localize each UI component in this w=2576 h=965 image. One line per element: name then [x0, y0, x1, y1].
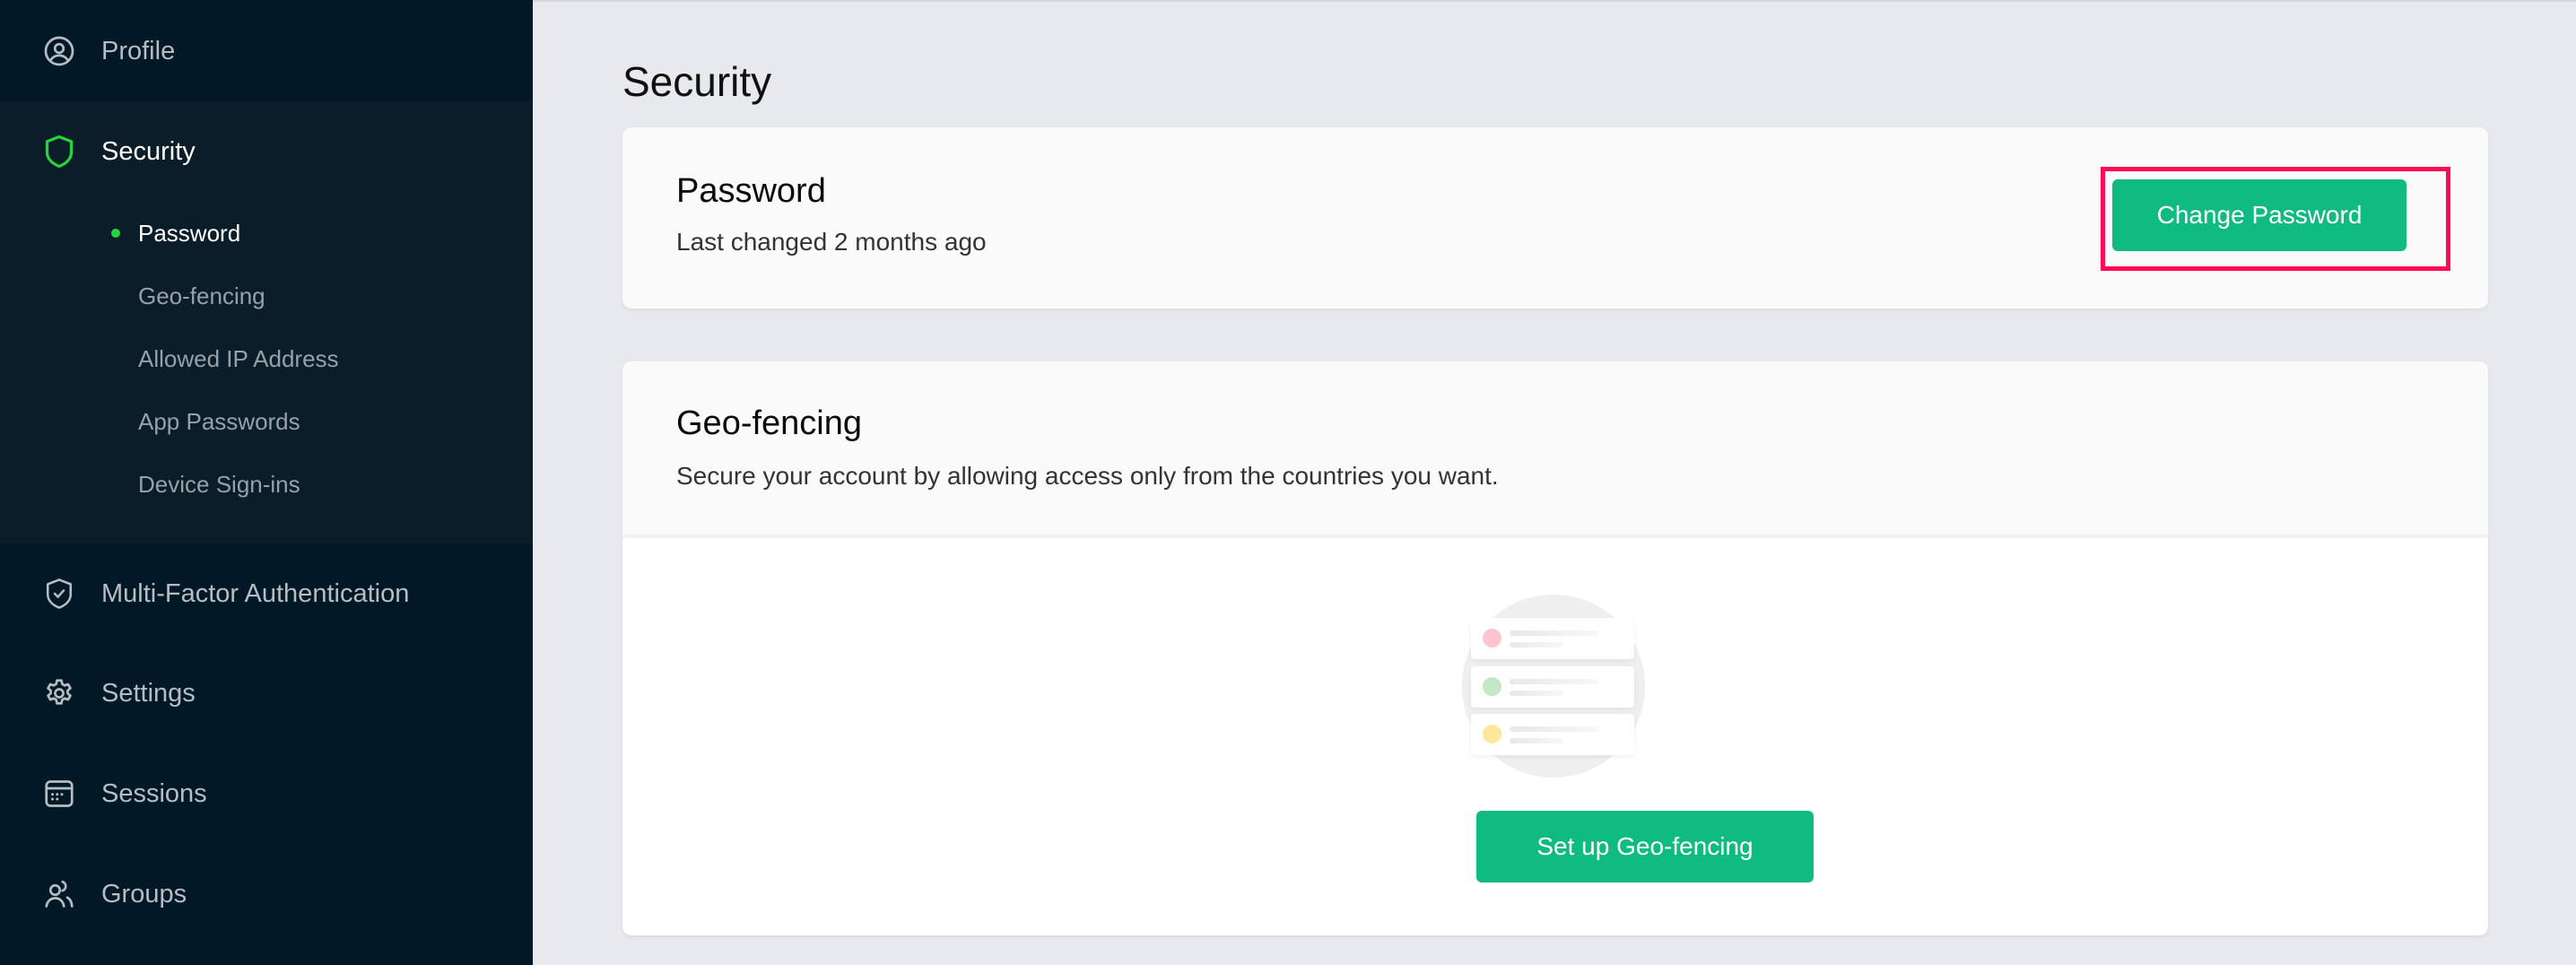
sidebar-subitem-label: Password: [138, 219, 241, 247]
illustration-row: [1471, 618, 1634, 659]
sidebar-item-label: Security: [101, 136, 196, 166]
illustration-dot-red: [1483, 629, 1501, 648]
illustration-line: [1510, 642, 1563, 648]
geo-fencing-card-title: Geo-fencing: [676, 404, 863, 442]
sidebar-subitem-device-sign-ins[interactable]: Device Sign-ins: [0, 459, 533, 509]
active-bullet-icon: [111, 229, 120, 238]
sidebar-item-profile[interactable]: Profile: [0, 11, 533, 91]
setup-geo-fencing-button[interactable]: Set up Geo-fencing: [1476, 811, 1814, 882]
sidebar-subitem-password[interactable]: Password: [0, 208, 533, 258]
user-circle-icon: [43, 35, 75, 67]
sidebar-item-label: Settings: [101, 678, 196, 708]
illustration-row: [1471, 714, 1634, 755]
sidebar-item-label: Profile: [101, 36, 176, 65]
change-password-button[interactable]: Change Password: [2112, 179, 2406, 251]
sidebar-item-label: Sessions: [101, 778, 207, 808]
password-last-changed: Last changed 2 months ago: [676, 228, 987, 256]
sidebar-item-mfa[interactable]: Multi-Factor Authentication: [0, 553, 533, 634]
users-icon: [43, 878, 75, 910]
sidebar-subitem-label: Allowed IP Address: [138, 344, 339, 372]
illustration-line: [1510, 630, 1599, 636]
illustration-dot-yellow: [1483, 725, 1501, 743]
password-card: Password Last changed 2 months ago Chang…: [622, 127, 2488, 309]
sidebar-subitem-geo-fencing[interactable]: Geo-fencing: [0, 271, 533, 321]
shield-check-icon: [43, 578, 75, 610]
sidebar-item-groups[interactable]: Groups: [0, 854, 533, 935]
illustration-dot-green: [1483, 677, 1501, 696]
illustration-line: [1510, 679, 1599, 684]
sidebar: Profile Security Password Geo-fencing Al…: [0, 0, 533, 965]
sidebar-subitem-label: App Passwords: [138, 407, 300, 435]
sidebar-item-settings[interactable]: Settings: [0, 653, 533, 734]
geo-fencing-card-header: Geo-fencing Secure your account by allow…: [622, 361, 2488, 538]
illustration-row: [1471, 666, 1634, 708]
calendar-icon: [43, 778, 75, 810]
sidebar-item-label: Multi-Factor Authentication: [101, 578, 410, 608]
main-content: Security Password Last changed 2 months …: [533, 0, 2576, 965]
geo-fencing-card: Geo-fencing Secure your account by allow…: [622, 361, 2488, 935]
sidebar-subitem-label: Device Sign-ins: [138, 470, 300, 498]
geo-fencing-description: Secure your account by allowing access o…: [676, 462, 1499, 490]
sidebar-subitem-app-passwords[interactable]: App Passwords: [0, 396, 533, 447]
geo-fencing-illustration: [1462, 595, 1645, 778]
sidebar-subitem-allowed-ip[interactable]: Allowed IP Address: [0, 334, 533, 384]
illustration-line: [1510, 726, 1599, 732]
sidebar-subitem-label: Geo-fencing: [138, 282, 265, 309]
illustration-line: [1510, 738, 1563, 743]
gear-icon: [43, 677, 75, 709]
sidebar-item-label: Groups: [101, 879, 187, 908]
sidebar-item-sessions[interactable]: Sessions: [0, 753, 533, 834]
password-card-title: Password: [676, 172, 826, 210]
sidebar-item-security[interactable]: Security: [0, 111, 533, 192]
shield-icon: [43, 135, 75, 169]
illustration-line: [1510, 691, 1563, 696]
page-title: Security: [622, 58, 772, 105]
